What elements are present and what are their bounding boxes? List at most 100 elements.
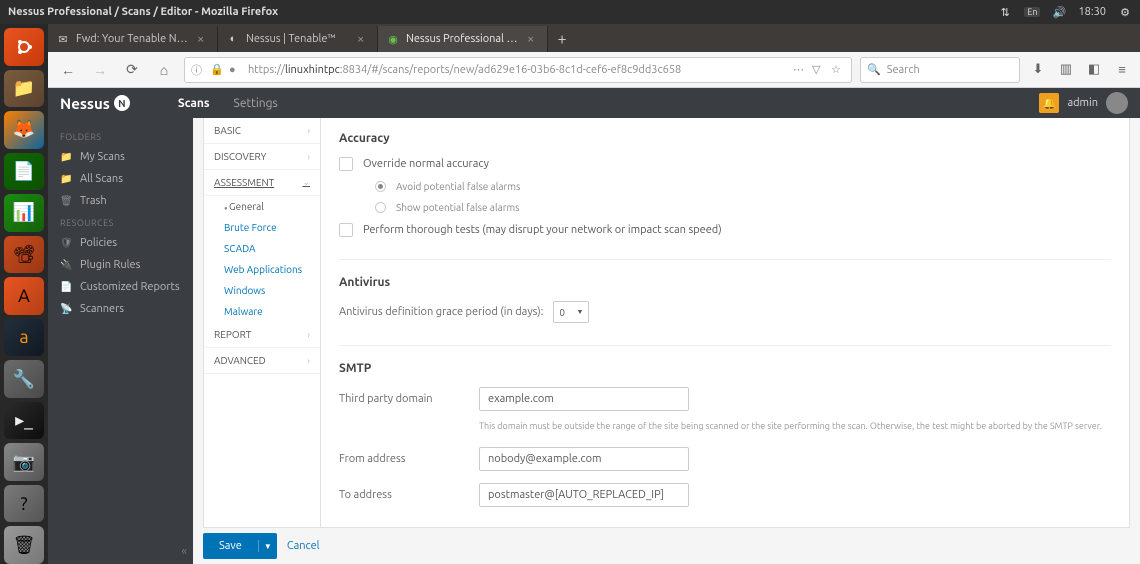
grace-select[interactable]: 0 ▼ — [553, 301, 589, 323]
save-button[interactable]: Save ▼ — [203, 533, 277, 559]
radio-show[interactable] — [375, 202, 386, 213]
terminal-icon[interactable]: ▸_ — [4, 402, 44, 440]
nav-discovery[interactable]: DISCOVERY› — [204, 144, 320, 170]
section-smtp: SMTP Third party domain This domain must… — [339, 362, 1111, 507]
sidebar-scanners[interactable]: 📡Scanners — [48, 298, 193, 320]
menu-icon[interactable]: ≡ — [1112, 62, 1132, 77]
section-antivirus: Antivirus Antivirus definition grace per… — [339, 276, 1111, 323]
calc-icon[interactable]: 📊 — [4, 194, 44, 232]
sidebar-icon[interactable]: ◧ — [1084, 62, 1104, 77]
home-button[interactable]: ⌂ — [152, 58, 176, 82]
nav-basic[interactable]: BASIC› — [204, 118, 320, 144]
avatar-icon[interactable] — [1106, 92, 1128, 114]
checkbox-thorough[interactable] — [339, 223, 353, 237]
nessus-sidebar: FOLDERS 📁My Scans 📁All Scans 🗑Trash RESO… — [48, 118, 193, 564]
chevron-right-icon: › — [307, 330, 310, 340]
sidebar-custom-reports[interactable]: 📄Customized Reports — [48, 276, 193, 298]
reader-icon[interactable]: ⋯ — [793, 63, 807, 76]
bell-icon[interactable]: 🔔 — [1039, 93, 1059, 113]
nav-assessment[interactable]: ASSESSMENT⌄ — [204, 170, 320, 196]
gear-icon[interactable]: ⚙ — [1118, 5, 1132, 19]
amazon-icon[interactable]: a — [4, 319, 44, 357]
ubuntu-dash-icon[interactable] — [4, 28, 44, 66]
lock-icon: 🔒 — [210, 63, 224, 76]
back-button[interactable]: ← — [56, 58, 80, 82]
nav-advanced[interactable]: ADVANCED› — [204, 348, 320, 374]
domain-hint: This domain must be outside the range of… — [479, 421, 1111, 431]
network-icon[interactable]: ⇅ — [998, 5, 1012, 19]
writer-icon[interactable]: 📄 — [4, 153, 44, 191]
checkbox-override[interactable] — [339, 157, 353, 171]
close-icon[interactable]: × — [527, 32, 541, 46]
close-icon[interactable]: × — [197, 32, 211, 46]
chevron-down-icon[interactable]: ▼ — [259, 542, 277, 551]
help-icon[interactable]: ? — [4, 485, 44, 523]
new-tab-button[interactable]: + — [548, 26, 576, 52]
nessus-nav: Scans Settings — [178, 97, 278, 110]
radar-icon: 📡 — [60, 303, 72, 315]
info-icon[interactable]: ⓘ — [191, 62, 205, 78]
nav-web-apps[interactable]: Web Applications — [204, 259, 320, 280]
sidebar-my-scans[interactable]: 📁My Scans — [48, 146, 193, 168]
library-icon[interactable]: ▥ — [1056, 62, 1076, 77]
toolbar: ← → ⟳ ⌂ ⓘ 🔒 ● https://linuxhintpc:8834/#… — [48, 52, 1140, 88]
trash-icon[interactable]: 🗑 — [4, 526, 44, 564]
keyboard-indicator[interactable]: En — [1024, 7, 1040, 17]
nav-scans[interactable]: Scans — [178, 97, 210, 110]
reload-button[interactable]: ⟳ — [120, 58, 144, 82]
cancel-button[interactable]: Cancel — [287, 540, 320, 552]
search-field[interactable]: 🔍 Search — [860, 57, 1020, 83]
nav-report[interactable]: REPORT› — [204, 322, 320, 348]
row-grace: Antivirus definition grace period (in da… — [339, 301, 1111, 323]
sidebar-collapse-icon[interactable]: « — [181, 545, 187, 558]
domain-input[interactable] — [479, 387, 689, 411]
tab-title: Nessus | Tenable™ — [246, 33, 351, 45]
software-icon[interactable]: A — [4, 277, 44, 315]
tab-3[interactable]: ◉ Nessus Professional / Sc × — [378, 26, 548, 52]
section-accuracy: Accuracy Override normal accuracy Avoid … — [339, 132, 1111, 237]
nav-scada[interactable]: SCADA — [204, 238, 320, 259]
sidebar-all-scans[interactable]: 📁All Scans — [48, 168, 193, 190]
volume-icon[interactable]: 🔊 — [1052, 5, 1066, 19]
pocket-icon[interactable]: ▽ — [812, 63, 826, 76]
from-input[interactable] — [479, 447, 689, 471]
to-input[interactable] — [479, 483, 689, 507]
section-folders: FOLDERS — [48, 126, 193, 146]
username[interactable]: admin — [1067, 97, 1098, 109]
clock[interactable]: 18:30 — [1078, 6, 1106, 18]
impress-icon[interactable]: 📽 — [4, 236, 44, 274]
nav-malware[interactable]: Malware — [204, 301, 320, 322]
antivirus-title: Antivirus — [339, 276, 1111, 289]
unity-launcher: 📁 🦊 📄 📊 📽 A a 🔧 ▸_ 📷 ? 🗑 — [0, 24, 48, 564]
tab-1[interactable]: ✉ Fwd: Your Tenable Ness… × — [48, 26, 218, 52]
files-icon[interactable]: 📁 — [4, 70, 44, 108]
divider — [339, 259, 1111, 260]
sidebar-policies[interactable]: 🛡Policies — [48, 232, 193, 254]
settings-nav: BASIC› DISCOVERY› ASSESSMENT⌄ General Br… — [203, 118, 321, 528]
trash-icon: 🗑 — [60, 195, 72, 207]
nessus-logo[interactable]: Nessus N — [60, 95, 130, 112]
sidebar-trash[interactable]: 🗑Trash — [48, 190, 193, 212]
bookmark-icon[interactable]: ☆ — [831, 63, 845, 76]
radio-avoid[interactable] — [375, 181, 386, 192]
settings-icon[interactable]: 🔧 — [4, 360, 44, 398]
folder-icon: 📁 — [60, 173, 72, 185]
nav-general[interactable]: General — [204, 196, 320, 217]
row-show: Show potential false alarms — [375, 202, 1111, 213]
chevron-right-icon: › — [307, 356, 310, 366]
close-icon[interactable]: × — [357, 32, 371, 46]
sidebar-plugin-rules[interactable]: 🔌Plugin Rules — [48, 254, 193, 276]
mail-icon: ✉ — [56, 32, 70, 46]
nav-brute-force[interactable]: Brute Force — [204, 217, 320, 238]
tab-title: Nessus Professional / Sc — [406, 33, 521, 45]
tab-title: Fwd: Your Tenable Ness… — [76, 33, 191, 45]
url-field[interactable]: ⓘ 🔒 ● https://linuxhintpc:8834/#/scans/r… — [184, 57, 852, 83]
footer: Save ▼ Cancel — [193, 528, 1140, 564]
tab-2[interactable]: ◐ Nessus | Tenable™ × — [218, 26, 378, 52]
screenshot-icon[interactable]: 📷 — [4, 443, 44, 481]
downloads-icon[interactable]: ⬇ — [1028, 62, 1048, 77]
forward-button[interactable]: → — [88, 58, 112, 82]
nav-windows[interactable]: Windows — [204, 280, 320, 301]
nav-settings[interactable]: Settings — [234, 97, 278, 110]
firefox-icon[interactable]: 🦊 — [4, 111, 44, 149]
